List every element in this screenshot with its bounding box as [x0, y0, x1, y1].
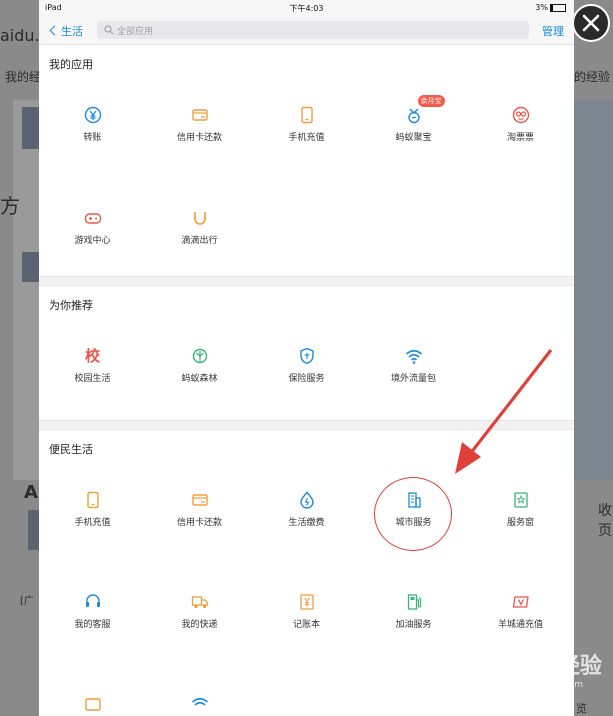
- annotation-arrow: [455, 349, 553, 474]
- watermark-text: Bai du 经验: [470, 653, 602, 679]
- watermark: Bai du 经验 jingyan.baidu.com: [470, 648, 602, 690]
- watermark-sub: jingyan.baidu.com: [500, 680, 584, 690]
